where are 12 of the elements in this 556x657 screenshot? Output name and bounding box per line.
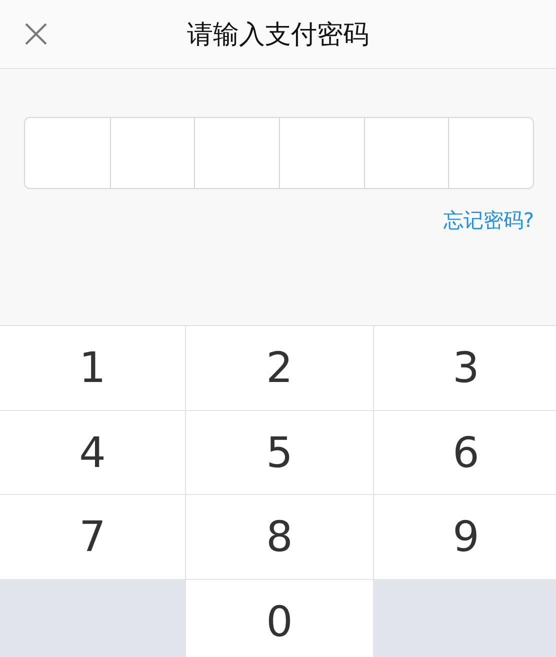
digit-key[interactable]: 9 — [374, 495, 556, 578]
dialog-title: 请输入支付密码 — [187, 18, 369, 52]
digit-key[interactable]: 2 — [186, 326, 373, 410]
digit-key[interactable]: 8 — [186, 495, 373, 578]
digit-key[interactable]: 4 — [0, 410, 185, 494]
digit-key[interactable]: 7 — [0, 495, 185, 578]
digit-key[interactable]: 0 — [186, 580, 373, 657]
digit-key[interactable]: 3 — [374, 326, 556, 410]
digit-key[interactable]: 1 — [0, 326, 185, 410]
close-icon[interactable] — [24, 22, 48, 46]
digit-key[interactable]: 5 — [186, 410, 373, 494]
digit-key[interactable]: 6 — [374, 410, 556, 494]
